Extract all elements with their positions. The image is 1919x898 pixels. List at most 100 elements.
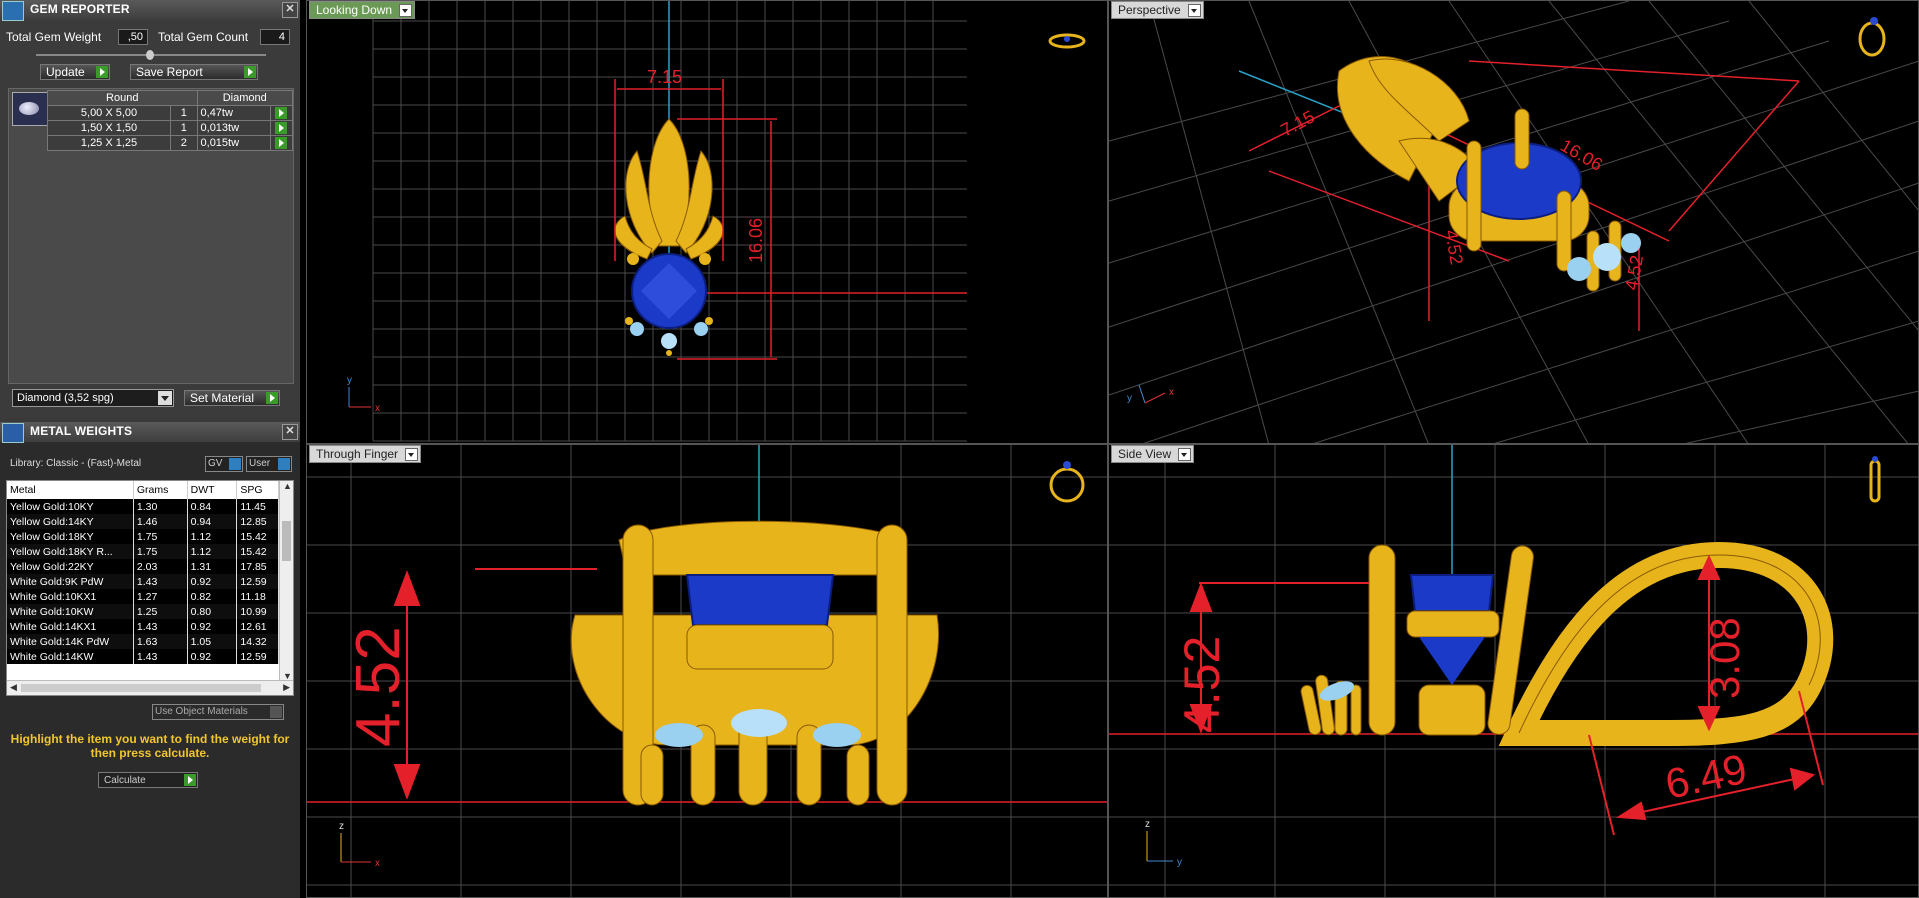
- axis-x-label: x: [1169, 387, 1174, 398]
- instruction-text: Highlight the item you want to find the …: [10, 732, 290, 760]
- ring-view-icon[interactable]: [1049, 461, 1085, 503]
- metal-row[interactable]: White Gold:10KW 1.25 0.80 10.99: [7, 604, 279, 619]
- close-icon[interactable]: ✕: [282, 2, 298, 18]
- viewport-tab-through-finger[interactable]: Through Finger: [309, 445, 422, 463]
- axis-gizmo: [1138, 384, 1166, 404]
- viewport-tab-perspective[interactable]: Perspective: [1111, 1, 1204, 19]
- use-object-materials-toggle[interactable]: Use Object Materials: [152, 704, 284, 720]
- info-icon: [278, 458, 290, 470]
- gem-qty: 2: [170, 135, 198, 151]
- metal-dwt: 0.84: [187, 499, 238, 514]
- checkbox-icon: [270, 706, 282, 718]
- vertical-scrollbar[interactable]: ▲ ▼: [279, 481, 293, 681]
- prong-bead: [705, 317, 713, 325]
- gem-reporter-icon: [2, 1, 24, 21]
- metal-weights-titlebar: METAL WEIGHTS ✕: [0, 422, 300, 443]
- metal-name: Yellow Gold:18KY: [7, 529, 134, 544]
- metal-row[interactable]: White Gold:14KX1 1.43 0.92 12.61: [7, 619, 279, 634]
- material-select[interactable]: Diamond (3,52 spg): [12, 389, 174, 407]
- save-report-button[interactable]: Save Report: [130, 64, 258, 80]
- calculate-button[interactable]: Calculate: [98, 772, 198, 788]
- metal-grams: 1.63: [133, 634, 188, 649]
- gem-bezel: [1406, 610, 1500, 638]
- scroll-thumb[interactable]: [282, 521, 291, 561]
- chevron-left-icon[interactable]: ◀: [10, 682, 17, 693]
- gem-table-row[interactable]: 1,25 X 1,25 2 0,015tw: [46, 135, 294, 151]
- metal-grams: 1.75: [133, 544, 188, 559]
- gem-table-row[interactable]: 1,50 X 1,50 1 0,013tw: [46, 120, 294, 136]
- viewport-looking-down[interactable]: 7.15 16.06 y x Looking Down: [306, 0, 1108, 444]
- horizontal-scrollbar[interactable]: ◀ ▶: [7, 680, 293, 695]
- chevron-right-icon[interactable]: ▶: [283, 682, 290, 693]
- viewport-perspective[interactable]: 7.15 16.06 4.52 4.52 y x Perspective: [1108, 0, 1919, 444]
- gem-bezel: [686, 624, 834, 670]
- viewport-tab-looking-down[interactable]: Looking Down: [309, 1, 416, 19]
- play-icon: [184, 774, 196, 786]
- metal-spg: 17.85: [236, 559, 279, 574]
- update-button[interactable]: Update: [40, 64, 110, 80]
- gem-weight: 0,013tw: [196, 120, 271, 136]
- col-grams[interactable]: Grams: [133, 481, 188, 499]
- col-metal[interactable]: Metal: [7, 481, 134, 499]
- total-gem-weight-field[interactable]: ,50: [118, 29, 148, 45]
- front-view-canvas: 4.52 z x: [307, 445, 1107, 897]
- gem-slider-knob[interactable]: [146, 50, 154, 60]
- metal-row[interactable]: Yellow Gold:14KY 1.46 0.94 12.85: [7, 514, 279, 529]
- metal-name: Yellow Gold:14KY: [7, 514, 134, 529]
- metal-dwt: 1.12: [187, 529, 238, 544]
- metal-name: Yellow Gold:10KY: [7, 499, 134, 514]
- user-toggle[interactable]: User: [246, 456, 292, 472]
- metal-row[interactable]: Yellow Gold:22KY 2.03 1.31 17.85: [7, 559, 279, 574]
- axis-x-label: x: [375, 858, 380, 869]
- metal-name: Yellow Gold:22KY: [7, 559, 134, 574]
- metal-spg: 15.42: [236, 529, 279, 544]
- chevron-up-icon[interactable]: ▲: [283, 481, 292, 491]
- metal-row[interactable]: White Gold:14K PdW 1.63 1.05 14.32: [7, 634, 279, 649]
- material-select-value: Diamond (3,52 spg): [17, 392, 114, 404]
- row-go[interactable]: [269, 135, 294, 151]
- dim-height-label: 4.52: [344, 626, 413, 747]
- metal-row[interactable]: Yellow Gold:18KY 1.75 1.12 15.42: [7, 529, 279, 544]
- dim-bail-height-label: 3.08: [1701, 617, 1748, 699]
- metal-spg: 10.99: [236, 604, 279, 619]
- ring-view-icon[interactable]: [1048, 33, 1086, 49]
- row-go[interactable]: [269, 120, 294, 136]
- chevron-down-icon: [399, 4, 413, 17]
- col-spg[interactable]: SPG: [236, 481, 279, 499]
- metal-row[interactable]: White Gold:9K PdW 1.43 0.92 12.59: [7, 574, 279, 589]
- scroll-thumb[interactable]: [21, 684, 261, 692]
- play-icon: [96, 66, 108, 78]
- viewport-through-finger[interactable]: 4.52 z x Through Finger: [306, 444, 1108, 898]
- viewport-tab-side-view[interactable]: Side View: [1111, 445, 1195, 463]
- metal-row[interactable]: White Gold:14KW 1.43 0.92 12.59: [7, 649, 279, 664]
- total-gem-count-field[interactable]: 4: [260, 29, 290, 45]
- dim-height-label-2: 4.52: [1621, 254, 1647, 292]
- viewport-side-view[interactable]: 4.52 3.08 6.49 z y Side View: [1108, 444, 1919, 898]
- total-gem-weight-label: Total Gem Weight: [6, 30, 102, 44]
- close-icon[interactable]: ✕: [282, 424, 298, 440]
- ring-view-icon[interactable]: [1858, 17, 1886, 57]
- metal-grams: 1.46: [133, 514, 188, 529]
- gem-shape-thumbnail[interactable]: [12, 92, 48, 126]
- gv-toggle[interactable]: GV: [205, 456, 243, 472]
- metal-list[interactable]: Metal Grams DWT SPG Yellow Gold:10KY 1.30…: [6, 480, 294, 696]
- dim-bail-length-label: 6.49: [1661, 745, 1751, 808]
- dim-width-label: 7.15: [1277, 106, 1317, 140]
- col-dwt[interactable]: DWT: [187, 481, 238, 499]
- metal-name: White Gold:14KX1: [7, 619, 134, 634]
- metal-row[interactable]: Yellow Gold:18KY R... 1.75 1.12 15.42: [7, 544, 279, 559]
- metal-grams: 1.43: [133, 619, 188, 634]
- dim-height-label: 4.52: [1174, 636, 1230, 733]
- gem-reporter-panel: GEM REPORTER ✕ Total Gem Weight ,50 Tota…: [0, 0, 300, 418]
- pendant-view-icon[interactable]: [1869, 456, 1881, 503]
- gem-table-row[interactable]: 5,00 X 5,00 1 0,47tw: [46, 105, 294, 121]
- prongs: [1300, 544, 1534, 736]
- metal-grams: 1.30: [133, 499, 188, 514]
- save-report-label: Save Report: [136, 65, 203, 79]
- row-go[interactable]: [269, 105, 294, 121]
- set-material-button[interactable]: Set Material: [184, 390, 280, 406]
- metal-row[interactable]: Yellow Gold:10KY 1.30 0.84 11.45: [7, 499, 279, 514]
- gem-pavilion: [1419, 637, 1485, 685]
- metal-row[interactable]: White Gold:10KX1 1.27 0.82 11.18: [7, 589, 279, 604]
- metal-dwt: 0.82: [187, 589, 238, 604]
